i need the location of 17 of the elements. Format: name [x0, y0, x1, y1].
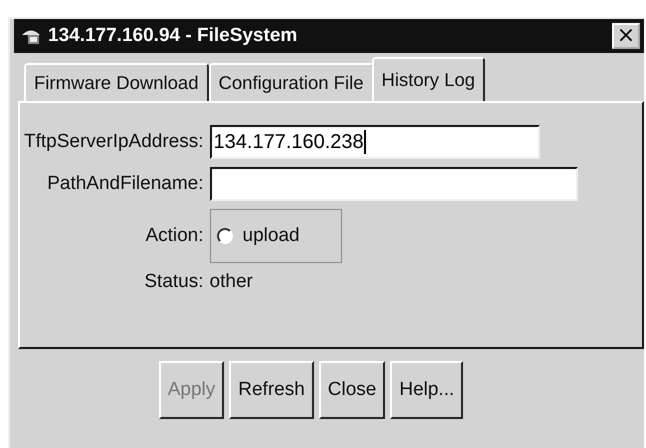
input-field[interactable]: 134.177.160.238: [210, 125, 540, 159]
field-label: PathAndFilename:: [46, 173, 204, 195]
field-label: Action:: [144, 225, 204, 247]
tab[interactable]: Firmware Download: [24, 63, 208, 101]
tab[interactable]: Configuration File: [208, 63, 374, 101]
status-value: other: [210, 271, 254, 293]
tab[interactable]: History Log: [372, 57, 486, 101]
dialog-button[interactable]: Close: [318, 361, 386, 419]
radio-button[interactable]: [216, 228, 233, 244]
window-title: 134.177.160.94 - FileSystem: [48, 25, 298, 47]
close-button[interactable]: ×: [612, 23, 640, 49]
input-field[interactable]: [210, 167, 578, 201]
field-label: TftpServerIpAddress:: [24, 131, 204, 153]
dialog-button[interactable]: Help...: [390, 361, 464, 419]
radio-label[interactable]: upload: [242, 225, 300, 247]
field-label: Status:: [143, 271, 204, 293]
dialog-button[interactable]: Refresh: [229, 361, 314, 419]
